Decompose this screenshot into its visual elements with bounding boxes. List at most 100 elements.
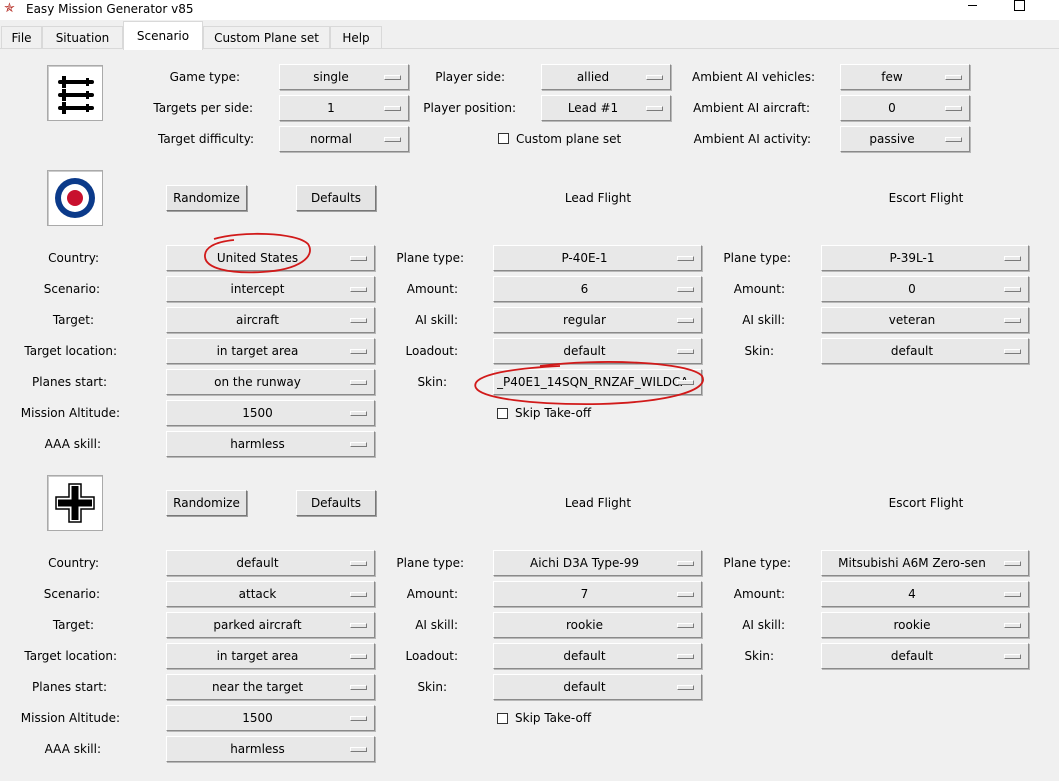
- allied-lead-loadout-menu[interactable]: default: [493, 338, 702, 364]
- dropdown-indicator-icon: [350, 380, 367, 385]
- targets-per-side-label: Targets per side:: [153, 101, 253, 115]
- player-position-label: Player position:: [423, 101, 516, 115]
- game-type-menu[interactable]: single: [279, 64, 409, 90]
- axis-randomize-button[interactable]: Randomize: [166, 490, 247, 516]
- tab-situation[interactable]: Situation: [42, 26, 123, 48]
- target-difficulty-menu[interactable]: normal: [279, 126, 409, 152]
- player-position-menu[interactable]: Lead #1: [541, 95, 671, 121]
- custom-plane-set-label: Custom plane set: [516, 132, 622, 146]
- allied-lead-skin-menu[interactable]: _P40E1_14SQN_RNZAF_WILDCAT.dds: [493, 369, 702, 395]
- ambient-aircraft-menu[interactable]: 0: [840, 95, 970, 121]
- tab-help[interactable]: Help: [330, 26, 382, 48]
- minimize-button[interactable]: [962, 0, 982, 12]
- axis-lead-skin-menu[interactable]: default: [493, 674, 702, 700]
- dropdown-indicator-icon: [646, 75, 663, 80]
- axis-lead-ai-skill-menu[interactable]: rookie: [493, 612, 702, 638]
- allied-target-menu[interactable]: aircraft: [166, 307, 375, 333]
- axis-lead-loadout-menu[interactable]: default: [493, 643, 702, 669]
- axis-aaa-skill-menu[interactable]: harmless: [166, 736, 375, 762]
- axis-mission-altitude-label: Mission Altitude:: [20, 711, 120, 725]
- dropdown-indicator-icon: [677, 349, 694, 354]
- dropdown-indicator-icon: [384, 137, 401, 142]
- axis-country-label: Country:: [48, 556, 99, 570]
- dropdown-indicator-icon: [350, 287, 367, 292]
- dropdown-indicator-icon: [677, 318, 694, 323]
- allied-lead-flight-header: Lead Flight: [564, 191, 632, 205]
- maximize-button[interactable]: [1014, 0, 1025, 11]
- dropdown-indicator-icon: [677, 685, 694, 690]
- dropdown-indicator-icon: [677, 623, 694, 628]
- ambient-activity-menu[interactable]: passive: [840, 126, 970, 152]
- axis-aaa-skill-label: AAA skill:: [44, 742, 101, 756]
- allied-escort-plane-type-menu[interactable]: P-39L-1: [821, 245, 1029, 271]
- targets-per-side-menu[interactable]: 1: [279, 95, 409, 121]
- dropdown-indicator-icon: [350, 716, 367, 721]
- axis-skip-takeoff-checkbox[interactable]: [497, 713, 508, 724]
- target-difficulty-label: Target difficulty:: [157, 132, 254, 146]
- dropdown-indicator-icon: [350, 561, 367, 566]
- allied-planes-start-menu[interactable]: on the runway: [166, 369, 375, 395]
- axis-lead-skin-label: Skin:: [417, 680, 447, 694]
- dropdown-indicator-icon: [1004, 623, 1021, 628]
- axis-defaults-button[interactable]: Defaults: [296, 490, 376, 516]
- allied-lead-ai-skill-label: AI skill:: [415, 313, 458, 327]
- axis-escort-plane-type-menu[interactable]: Mitsubishi A6M Zero-sen: [821, 550, 1029, 576]
- dropdown-indicator-icon: [350, 685, 367, 690]
- allied-skip-takeoff-label: Skip Take-off: [515, 406, 592, 420]
- tab-custom-plane-set[interactable]: Custom Plane set: [203, 26, 330, 48]
- custom-plane-set-checkbox[interactable]: [498, 133, 509, 144]
- axis-target-location-label: Target location:: [24, 649, 117, 663]
- tab-scenario[interactable]: Scenario: [123, 21, 203, 50]
- allied-skip-takeoff-checkbox[interactable]: [497, 408, 508, 419]
- axis-mission-altitude-menu[interactable]: 1500: [166, 705, 375, 731]
- player-side-label: Player side:: [435, 70, 505, 84]
- axis-scenario-label: Scenario:: [43, 587, 100, 601]
- dropdown-indicator-icon: [677, 380, 694, 385]
- axis-target-menu[interactable]: parked aircraft: [166, 612, 375, 638]
- allied-escort-skin-menu[interactable]: default: [821, 338, 1029, 364]
- axis-planes-start-menu[interactable]: near the target: [166, 674, 375, 700]
- dropdown-indicator-icon: [1004, 592, 1021, 597]
- allied-lead-loadout-label: Loadout:: [405, 344, 458, 358]
- allied-country-label: Country:: [48, 251, 99, 265]
- dropdown-indicator-icon: [350, 318, 367, 323]
- allied-country-menu[interactable]: United States: [166, 245, 375, 271]
- allied-randomize-button[interactable]: Randomize: [166, 185, 247, 211]
- allied-lead-plane-type-menu[interactable]: P-40E-1: [493, 245, 702, 271]
- axis-lead-flight-header: Lead Flight: [564, 496, 632, 510]
- dropdown-indicator-icon: [945, 75, 962, 80]
- dropdown-indicator-icon: [677, 592, 694, 597]
- axis-scenario-menu[interactable]: attack: [166, 581, 375, 607]
- axis-escort-plane-type-label: Plane type:: [723, 556, 791, 570]
- allied-escort-flight-header: Escort Flight: [888, 191, 964, 205]
- axis-country-menu[interactable]: default: [166, 550, 375, 576]
- axis-escort-flight-header: Escort Flight: [888, 496, 964, 510]
- allied-aaa-skill-label: AAA skill:: [44, 437, 101, 451]
- app-star-icon: ✯: [4, 1, 15, 16]
- axis-skip-takeoff-label: Skip Take-off: [515, 711, 592, 725]
- dropdown-indicator-icon: [384, 106, 401, 111]
- dropdown-indicator-icon: [350, 442, 367, 447]
- axis-target-location-menu[interactable]: in target area: [166, 643, 375, 669]
- allied-escort-ai-skill-menu[interactable]: veteran: [821, 307, 1029, 333]
- allied-aaa-skill-menu[interactable]: harmless: [166, 431, 375, 457]
- axis-lead-amount-menu[interactable]: 7: [493, 581, 702, 607]
- allied-mission-altitude-menu[interactable]: 1500: [166, 400, 375, 426]
- player-side-menu[interactable]: allied: [541, 64, 671, 90]
- axis-escort-amount-menu[interactable]: 4: [821, 581, 1029, 607]
- allied-scenario-menu[interactable]: intercept: [166, 276, 375, 302]
- allied-escort-amount-menu[interactable]: 0: [821, 276, 1029, 302]
- allied-defaults-button[interactable]: Defaults: [296, 185, 376, 211]
- allied-lead-amount-menu[interactable]: 6: [493, 276, 702, 302]
- axis-lead-plane-type-menu[interactable]: Aichi D3A Type-99: [493, 550, 702, 576]
- dropdown-indicator-icon: [350, 654, 367, 659]
- axis-lead-plane-type-label: Plane type:: [396, 556, 464, 570]
- game-type-label: Game type:: [169, 70, 240, 84]
- axis-escort-ai-skill-menu[interactable]: rookie: [821, 612, 1029, 638]
- allied-lead-ai-skill-menu[interactable]: regular: [493, 307, 702, 333]
- allied-target-location-menu[interactable]: in target area: [166, 338, 375, 364]
- axis-escort-skin-menu[interactable]: default: [821, 643, 1029, 669]
- ambient-vehicles-menu[interactable]: few: [840, 64, 970, 90]
- allied-escort-skin-label: Skin:: [744, 344, 774, 358]
- tab-file[interactable]: File: [1, 26, 42, 48]
